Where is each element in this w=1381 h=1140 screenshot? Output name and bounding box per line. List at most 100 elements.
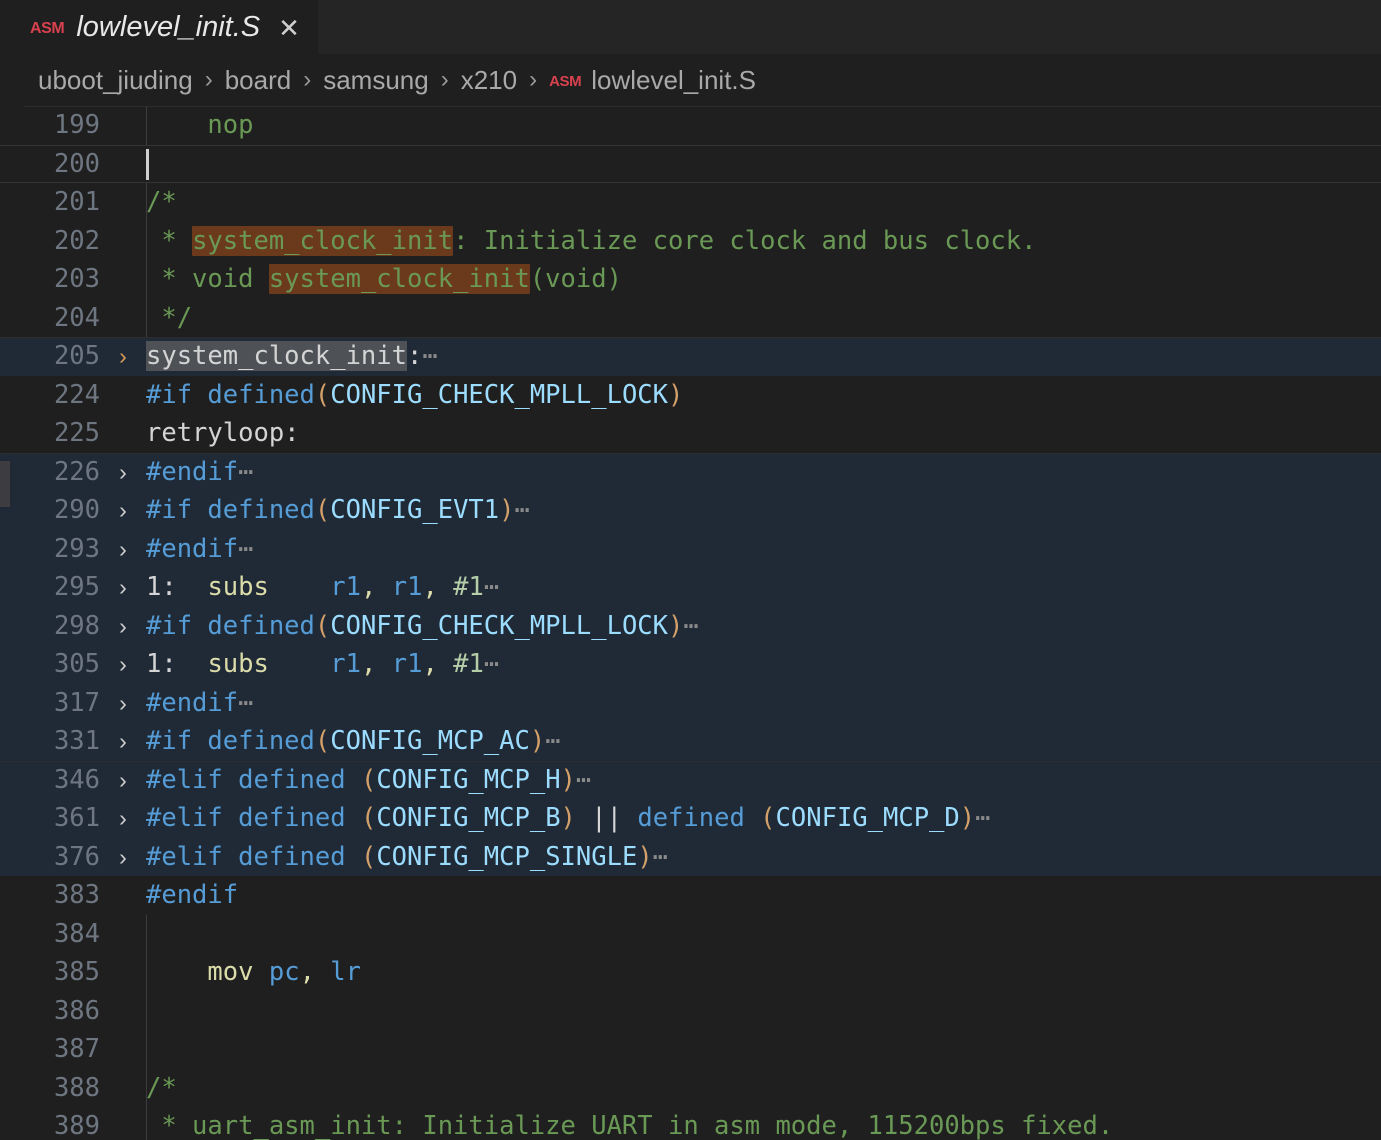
code-token: subs <box>207 649 269 679</box>
code-token: ⋯ <box>975 803 992 833</box>
fold-chevron-icon[interactable]: › <box>100 453 146 492</box>
breadcrumb: uboot_jiuding › board › samsung › x210 ›… <box>0 54 1381 106</box>
code-line[interactable]: 293 › #endif⋯ <box>0 529 1381 569</box>
code-line-text: #elif defined (CONFIG_MCP_H)⋯ <box>146 761 1381 800</box>
code-token: CONFIG_CHECK_MPLL_LOCK <box>330 379 669 410</box>
asm-file-icon: ASM <box>30 19 65 37</box>
code-line-text: #if defined(CONFIG_MCP_AC)⋯ <box>146 722 1381 761</box>
code-line[interactable]: 204 */ <box>0 298 1381 337</box>
indent-guide <box>146 1030 147 1069</box>
code-token: * <box>146 225 193 256</box>
code-line[interactable]: 202 * system_clock_init: Initialize core… <box>0 221 1381 260</box>
chevron-right-icon: › <box>303 66 312 93</box>
code-line-text: #endif⋯ <box>146 453 1381 492</box>
code-token: defined <box>207 495 315 525</box>
code-token: #if <box>146 726 193 756</box>
fold-chevron-icon[interactable]: › <box>100 645 146 684</box>
code-token: CONFIG_MCP_AC <box>330 726 530 756</box>
code-line[interactable]: 305 › 1: subs r1, r1, #1⋯ <box>0 645 1381 684</box>
line-number: 293 <box>53 533 100 564</box>
breadcrumb-item-uboot-jiuding[interactable]: uboot_jiuding <box>38 67 193 93</box>
code-line[interactable]: 376 › #elif defined (CONFIG_MCP_SINGLE)⋯ <box>0 837 1381 877</box>
fold-chevron-icon[interactable]: › <box>100 337 146 376</box>
code-token: CONFIG_MCP_B <box>376 803 561 833</box>
code-line-text: #if defined(CONFIG_EVT1)⋯ <box>146 491 1381 530</box>
code-line[interactable]: 388 /* <box>0 1068 1381 1107</box>
code-line[interactable]: 387 <box>0 1030 1381 1069</box>
code-line[interactable]: 205 › system_clock_init:⋯ <box>0 337 1381 376</box>
code-line[interactable]: 317 › #endif⋯ <box>0 683 1381 723</box>
fold-chevron-icon[interactable]: › <box>100 491 146 530</box>
code-token: ⋯ <box>238 687 255 718</box>
code-token: ) <box>668 379 684 410</box>
code-token: ⋯ <box>238 533 255 564</box>
code-line-text: #elif defined (CONFIG_MCP_B) || defined … <box>146 799 1381 838</box>
line-number: 202 <box>53 225 100 256</box>
tab-lowlevel-init-s[interactable]: ASM lowlevel_init.S ✕ <box>0 0 318 54</box>
code-line[interactable]: 385 mov pc, lr <box>0 953 1381 992</box>
code-line[interactable]: 203 * void system_clock_init(void) <box>0 260 1381 299</box>
code-line[interactable]: 383 #endif <box>0 876 1381 915</box>
fold-chevron-icon[interactable]: › <box>100 799 146 838</box>
line-number: 331 <box>53 726 100 756</box>
code-token: */ <box>146 302 193 333</box>
code-token: ) <box>637 841 653 872</box>
breadcrumb-item-samsung[interactable]: samsung <box>323 67 429 93</box>
code-line[interactable]: 200 <box>0 144 1381 183</box>
code-token: , <box>299 957 331 987</box>
code-token: ⋯ <box>483 649 501 679</box>
code-line[interactable]: 331 › #if defined(CONFIG_MCP_AC)⋯ <box>0 722 1381 761</box>
search-match-highlight: system_clock_init <box>192 225 454 256</box>
code-token: retryloop: <box>146 418 300 448</box>
line-number: 298 <box>53 610 100 641</box>
breadcrumb-item-x210[interactable]: x210 <box>461 67 517 93</box>
code-token: ( <box>360 764 377 795</box>
code-token: defined <box>238 841 346 872</box>
breadcrumb-item-file[interactable]: ASM lowlevel_init.S <box>549 67 756 93</box>
code-line[interactable]: 226 › #endif⋯ <box>0 452 1381 492</box>
code-token: subs <box>207 572 269 602</box>
code-token: ( <box>360 841 377 872</box>
line-number: 387 <box>53 1034 100 1064</box>
code-editor[interactable]: 199 nop 200 201/* 202 * system_clock_init: … <box>0 106 1381 1140</box>
fold-chevron-icon[interactable]: › <box>100 607 146 646</box>
code-line[interactable]: 384 <box>0 914 1381 953</box>
fold-chevron-icon[interactable]: › <box>100 530 146 569</box>
fold-chevron-icon[interactable]: › <box>100 568 146 607</box>
code-token: #endif <box>146 456 239 487</box>
code-line[interactable]: 290 › #if defined(CONFIG_EVT1)⋯ <box>0 491 1381 530</box>
code-line[interactable]: 224 #if defined(CONFIG_CHECK_MPLL_LOCK) <box>0 376 1381 415</box>
code-line[interactable]: 361 › #elif defined (CONFIG_MCP_B) || defi… <box>0 799 1381 838</box>
line-number: 226 <box>53 456 100 487</box>
code-line[interactable]: 386 <box>0 991 1381 1030</box>
fold-chevron-icon[interactable]: › <box>100 761 146 800</box>
line-number: 200 <box>53 148 100 179</box>
line-number: 384 <box>53 918 100 949</box>
fold-chevron-icon[interactable]: › <box>100 684 146 723</box>
code-line[interactable]: 295 › 1: subs r1, r1, #1⋯ <box>0 568 1381 607</box>
code-line[interactable]: 225 retryloop: <box>0 414 1381 453</box>
code-line[interactable]: 199 nop <box>0 106 1381 145</box>
line-number: 389 <box>53 1111 100 1140</box>
fold-chevron-icon[interactable]: › <box>100 722 146 761</box>
code-token: nop <box>146 110 254 140</box>
code-line[interactable]: 201 /* <box>0 183 1381 222</box>
editor-vertical-scrollbar[interactable] <box>0 106 10 1140</box>
code-token: ( <box>314 726 331 756</box>
scrollbar-thumb[interactable] <box>0 461 10 507</box>
fold-chevron-icon[interactable]: › <box>100 838 146 877</box>
code-line[interactable]: 389 * uart_asm_init: Initialize UART in … <box>0 1107 1381 1140</box>
line-number: 225 <box>53 418 100 448</box>
breadcrumb-item-board[interactable]: board <box>225 67 292 93</box>
code-line[interactable]: 346 › #elif defined (CONFIG_MCP_H)⋯ <box>0 760 1381 800</box>
code-line-text: system_clock_init:⋯ <box>146 337 1381 376</box>
code-token: ⋯ <box>545 726 562 756</box>
code-token: , <box>361 572 392 602</box>
line-number: 204 <box>53 302 100 333</box>
code-line[interactable]: 298 › #if defined(CONFIG_CHECK_MPLL_LOCK)⋯ <box>0 606 1381 646</box>
code-token: defined <box>207 610 315 641</box>
close-icon[interactable]: ✕ <box>278 15 300 41</box>
